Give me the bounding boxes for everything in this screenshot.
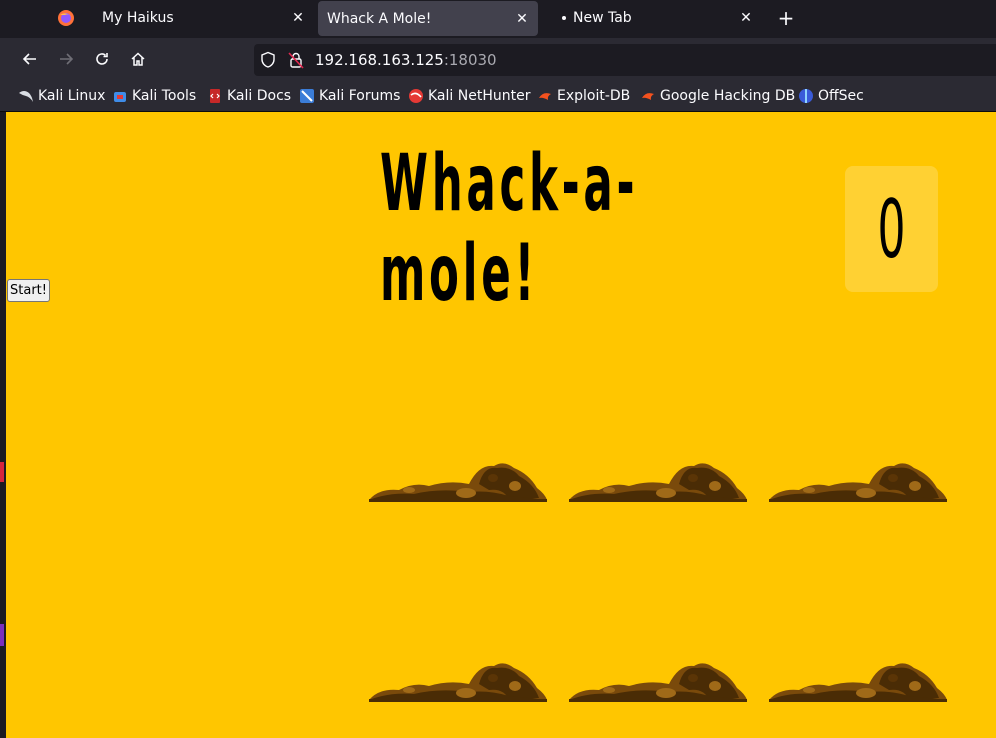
dirt-mound-icon: [569, 463, 747, 502]
kali-tools-icon: [112, 88, 128, 104]
kali-dragon-icon: [18, 88, 34, 104]
mole-hole[interactable]: [769, 660, 947, 702]
mole-hole[interactable]: [569, 660, 747, 702]
bookmark-label: Kali Docs: [227, 88, 292, 104]
dirt-mound-icon: [569, 663, 747, 702]
bookmark-google-hacking-db[interactable]: Google Hacking DB: [640, 87, 795, 105]
tab-label: New Tab: [573, 10, 632, 26]
bookmark-kali-linux[interactable]: Kali Linux: [18, 87, 105, 105]
start-button[interactable]: Start!: [7, 279, 50, 302]
back-arrow-icon[interactable]: [19, 48, 41, 70]
ghdb-icon: [640, 88, 656, 104]
nethunter-icon: [408, 88, 424, 104]
bookmark-kali-forums[interactable]: Kali Forums: [299, 87, 400, 105]
edge-marker: [0, 462, 4, 482]
bookmark-label: Kali Linux: [38, 88, 106, 104]
url-port: :18030: [443, 51, 497, 69]
unread-dot-icon: [562, 16, 566, 20]
tab-new-tab[interactable]: New Tab ✕: [550, 0, 762, 36]
exploit-db-icon: [537, 88, 553, 104]
close-icon[interactable]: ✕: [514, 11, 530, 27]
forward-arrow-icon[interactable]: [55, 48, 77, 70]
address-bar[interactable]: 192.168.163.125:18030: [254, 44, 996, 76]
tab-strip: My Haikus ✕ Whack A Mole! ✕ New Tab ✕ +: [0, 0, 996, 38]
tracking-shield-icon[interactable]: [260, 51, 276, 73]
mole-hole[interactable]: [369, 460, 547, 502]
reload-icon[interactable]: [91, 48, 113, 70]
score-display: 0: [845, 166, 938, 292]
bookmark-label: Kali Forums: [319, 88, 401, 104]
edge-marker: [0, 624, 4, 646]
home-icon[interactable]: [127, 48, 149, 70]
dirt-mound-icon: [369, 463, 547, 502]
kali-docs-icon: [207, 88, 223, 104]
dirt-mound-icon: [769, 663, 947, 702]
bookmark-label: Kali NetHunter: [428, 88, 531, 104]
new-tab-plus-icon[interactable]: +: [774, 6, 798, 30]
mole-hole[interactable]: [769, 460, 947, 502]
navigation-toolbar: 192.168.163.125:18030: [0, 38, 996, 80]
kali-forums-icon: [299, 88, 315, 104]
tab-whack-a-mole[interactable]: Whack A Mole! ✕: [318, 1, 538, 36]
firefox-icon[interactable]: [50, 4, 82, 32]
bookmark-label: OffSec: [818, 88, 864, 104]
close-icon[interactable]: ✕: [290, 10, 306, 26]
bookmark-kali-docs[interactable]: Kali Docs: [207, 87, 291, 105]
page-content: Start! Whack-a-mole! 0: [6, 112, 996, 738]
bookmark-kali-nethunter[interactable]: Kali NetHunter: [408, 87, 530, 105]
bookmark-kali-tools[interactable]: Kali Tools: [112, 87, 196, 105]
score-value: 0: [877, 182, 906, 276]
url-text[interactable]: 192.168.163.125:18030: [315, 51, 497, 69]
dirt-mound-icon: [769, 463, 947, 502]
close-icon[interactable]: ✕: [738, 10, 754, 26]
bookmark-offsec[interactable]: OffSec: [798, 87, 864, 105]
offsec-icon: [798, 88, 814, 104]
bookmark-label: Kali Tools: [132, 88, 197, 104]
url-host: 192.168.163.125: [315, 51, 444, 69]
tab-label: Whack A Mole!: [327, 10, 432, 27]
dirt-mound-icon: [369, 663, 547, 702]
mole-hole[interactable]: [369, 660, 547, 702]
bookmark-exploit-db[interactable]: Exploit-DB: [537, 87, 630, 105]
tab-label: My Haikus: [102, 10, 174, 26]
bookmark-label: Exploit-DB: [557, 88, 631, 104]
mole-hole[interactable]: [569, 460, 747, 502]
game-title: Whack-a-mole!: [380, 139, 639, 319]
insecure-lock-icon[interactable]: [288, 51, 304, 73]
bookmarks-toolbar: Kali Linux Kali Tools Kali Docs Kali For…: [0, 80, 996, 112]
tab-my-haikus[interactable]: My Haikus ✕: [93, 0, 314, 36]
bookmark-label: Google Hacking DB: [660, 88, 796, 104]
